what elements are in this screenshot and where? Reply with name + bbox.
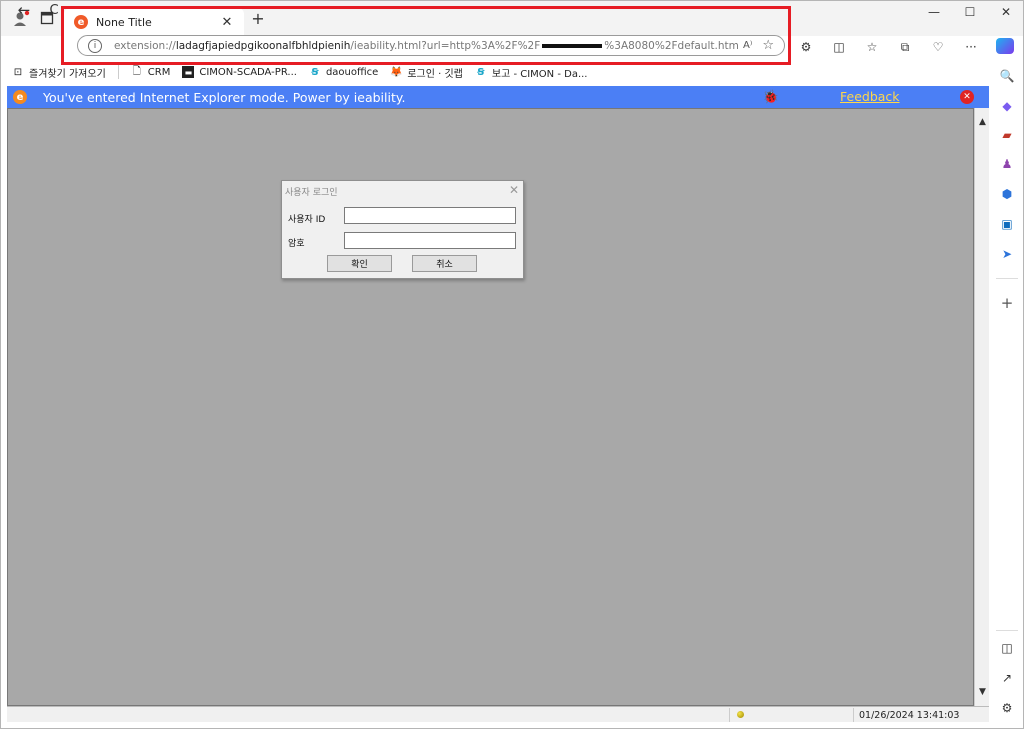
url-prefix: extension:// <box>114 39 176 52</box>
bookmark-gitlab[interactable]: 🦊 로그인 · 깃랩 <box>390 65 463 80</box>
read-aloud-icon[interactable]: A⁾ <box>743 40 752 51</box>
favorites-icon[interactable]: ☆ <box>862 38 882 56</box>
more-menu-icon[interactable]: ··· <box>961 38 981 56</box>
tab-active[interactable]: e None Title ✕ <box>64 8 244 36</box>
page-icon: 🗋 <box>132 65 141 77</box>
copilot-office-icon[interactable]: ⬢ <box>999 186 1015 202</box>
scada-icon: ▬ <box>182 66 195 78</box>
bookmark-daouoffice[interactable]: Ꞩdaouoffice <box>309 66 378 78</box>
bookmark-import[interactable]: ⊡ 즐겨찾기 가져오기 <box>12 65 106 80</box>
send-icon[interactable]: ➤ <box>999 246 1015 262</box>
split-screen-icon[interactable]: ◫ <box>829 38 849 56</box>
scroll-up-icon[interactable]: ▲ <box>976 115 989 129</box>
site-info-icon[interactable]: i <box>88 38 102 53</box>
performance-icon[interactable]: ♡ <box>928 38 948 56</box>
redaction-mark <box>542 43 603 48</box>
cancel-button[interactable]: 취소 <box>412 255 477 272</box>
maximize-button[interactable]: ☐ <box>952 0 988 24</box>
daou-icon: Ꞩ <box>477 66 485 78</box>
close-dialog-icon[interactable]: ✕ <box>508 183 520 197</box>
password-input[interactable] <box>344 232 516 249</box>
close-window-button[interactable]: ✕ <box>988 0 1024 24</box>
vertical-scrollbar[interactable]: ▲ ▼ <box>974 108 989 706</box>
back-button[interactable]: ← <box>16 1 32 19</box>
user-id-label: 사용자 ID <box>288 215 326 225</box>
ie-mode-bar: e You've entered Internet Explorer mode.… <box>7 86 989 108</box>
status-divider <box>729 708 730 722</box>
bug-report-icon[interactable]: 🐞 <box>763 89 779 105</box>
password-label: 암호 <box>288 239 305 249</box>
bookmark-report[interactable]: Ꞩ 보고 - CIMON - Da... <box>475 65 588 80</box>
sidebar-divider <box>996 278 1018 279</box>
window-controls: — ☐ ✕ <box>916 0 1024 24</box>
toolbox-icon[interactable]: ▰ <box>999 127 1015 143</box>
ie-mode-message: You've entered Internet Explorer mode. P… <box>43 89 406 105</box>
status-divider <box>853 708 854 722</box>
sidebar-divider <box>996 630 1018 631</box>
url-host: ladagfjapiedpgikoonalfbhldpienih <box>175 39 351 52</box>
scroll-down-icon[interactable]: ▼ <box>976 685 989 699</box>
close-ie-bar-icon[interactable]: ✕ <box>960 90 974 104</box>
bookmarks-bar: ⊡ 즐겨찾기 가져오기 🗋 CRM ▬ CIMON-SCADA-PR... Ꞩdaou… <box>0 62 990 82</box>
external-open-icon[interactable]: ↗ <box>999 670 1015 686</box>
extensions-icon[interactable]: ⚙ <box>796 38 816 56</box>
login-dialog: 사용자 로그인 ✕ 사용자 ID 암호 확인 취소 <box>281 180 524 279</box>
confirm-button[interactable]: 확인 <box>327 255 392 272</box>
user-id-input[interactable] <box>344 207 516 224</box>
bookmark-scada[interactable]: ▬ CIMON-SCADA-PR... <box>182 66 297 78</box>
ie-icon: e <box>74 15 88 29</box>
bookmark-label: CIMON-SCADA-PR... <box>199 66 297 78</box>
add-icon[interactable]: + <box>999 294 1015 312</box>
tab-title: None Title <box>96 15 152 29</box>
new-tab-button[interactable]: + <box>250 9 266 28</box>
bookmark-label: daouoffice <box>325 66 379 78</box>
daou-icon: Ꞩ <box>311 66 319 78</box>
bookmark-label: 보고 - CIMON - Da... <box>491 68 588 80</box>
status-datetime: 01/26/2024 13:41:03 <box>859 710 960 721</box>
bookmark-label: CRM <box>147 66 171 78</box>
edge-sidebar: 🔍 ◆ ▰ ♟ ⬢ ▣ ➤ + ◫ ↗ ⚙ <box>990 60 1024 729</box>
minimize-button[interactable]: — <box>916 0 952 24</box>
browser-toolbar: ⚙ ◫ ☆ ⧉ ♡ ··· <box>796 37 994 57</box>
close-tab-icon[interactable]: ✕ <box>220 15 234 30</box>
reload-button[interactable]: C <box>46 2 62 18</box>
bookmarks-divider <box>117 65 119 79</box>
favorite-star-icon[interactable]: ☆ <box>762 38 774 53</box>
url-path-start: /ieability.html?url=http%3A%2F%2F <box>350 39 541 52</box>
copilot-icon[interactable] <box>996 38 1014 54</box>
collections-icon[interactable]: ⧉ <box>895 38 915 56</box>
status-indicator-icon <box>737 711 744 718</box>
dialog-title: 사용자 로그인 <box>285 188 338 198</box>
games-icon[interactable]: ♟ <box>999 156 1015 172</box>
bookmark-label: 로그인 · 깃랩 <box>407 68 463 80</box>
bookmark-label: 즐겨찾기 가져오기 <box>29 68 106 80</box>
outlook-icon[interactable]: ▣ <box>999 216 1015 232</box>
shopping-tag-icon[interactable]: ◆ <box>999 98 1015 114</box>
address-bar[interactable]: i extension://ladagfjapiedpgikoonalfbhld… <box>77 35 785 56</box>
ie-logo-icon: e <box>13 90 27 104</box>
status-bar: 01/26/2024 13:41:03 <box>7 706 989 722</box>
sidebar-toggle-icon[interactable]: ◫ <box>999 640 1015 656</box>
settings-icon[interactable]: ⚙ <box>999 700 1015 716</box>
search-icon[interactable]: 🔍 <box>999 68 1015 84</box>
import-icon: ⊡ <box>13 66 23 78</box>
feedback-link[interactable]: Feedback <box>840 89 900 104</box>
gitlab-icon: 🦊 <box>390 66 403 78</box>
url-text[interactable]: extension://ladagfjapiedpgikoonalfbhldpi… <box>114 40 743 52</box>
url-path-end: %3A8080%2Fdefault.htm <box>604 39 739 52</box>
bookmark-crm[interactable]: 🗋 CRM <box>131 66 171 78</box>
